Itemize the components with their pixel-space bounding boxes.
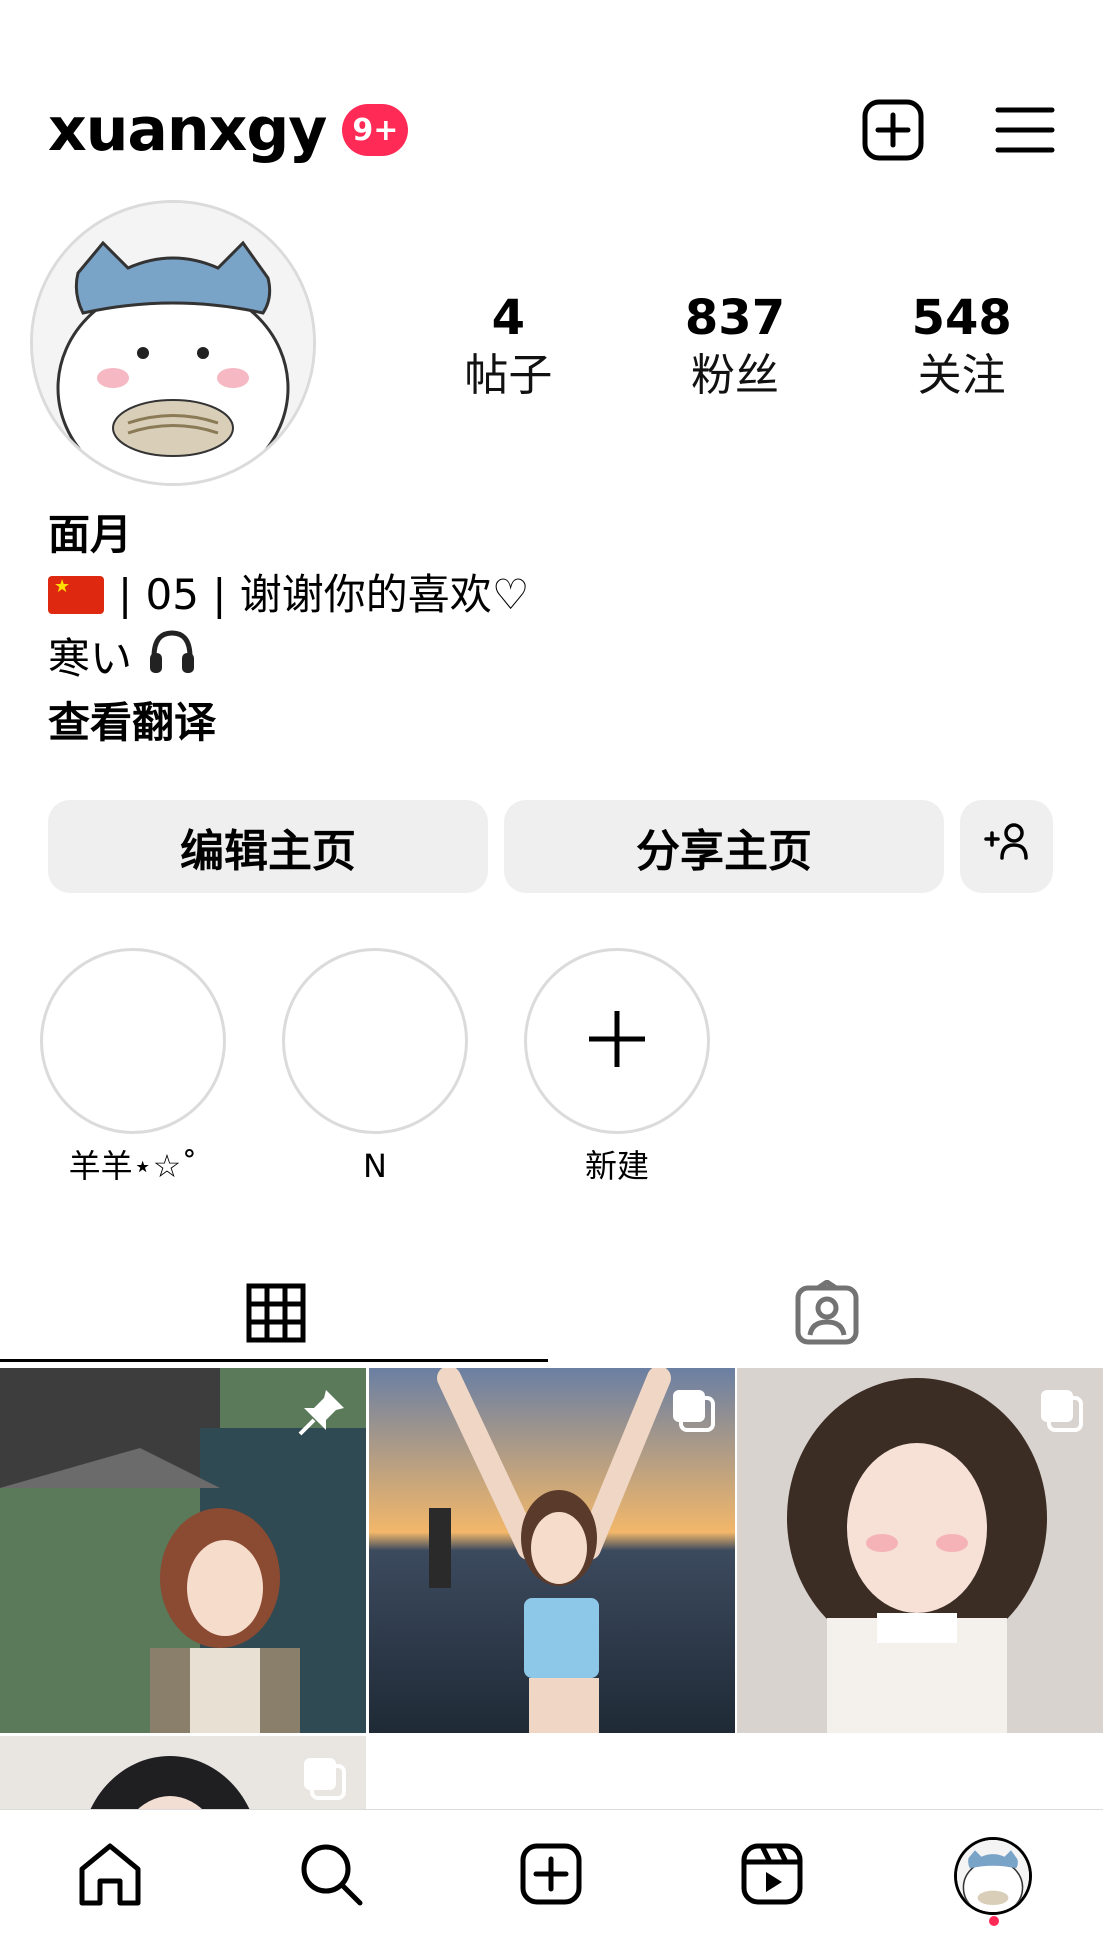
profile-tabs [0, 1265, 1103, 1365]
stat-value: 548 [911, 290, 1012, 346]
plus-icon [585, 1007, 649, 1075]
home-icon [76, 1841, 144, 1911]
share-profile-button[interactable]: 分享主页 [504, 800, 944, 893]
profile-avatar[interactable] [30, 200, 316, 486]
nav-create[interactable] [491, 1826, 611, 1926]
bio-text: | 05 | 谢谢你的喜欢♡ [118, 570, 530, 619]
carousel-icon [669, 1386, 717, 1438]
profile-header: xuanxgy 9+ [48, 95, 1055, 165]
story-highlights: 羊羊⋆☆˚ N 新建 [40, 948, 710, 1188]
notification-badge[interactable]: 9+ [342, 104, 409, 156]
highlight-item[interactable]: 羊羊⋆☆˚ [40, 948, 226, 1188]
headphones-icon [146, 625, 198, 693]
carousel-icon [300, 1754, 348, 1806]
notification-dot [988, 1916, 999, 1926]
post-thumbnail[interactable] [369, 1368, 735, 1733]
edit-profile-button[interactable]: 编辑主页 [48, 800, 488, 893]
stat-following[interactable]: 548 关注 [848, 290, 1075, 406]
nav-home[interactable] [50, 1826, 170, 1926]
highlight-cover [40, 948, 226, 1134]
tab-tagged[interactable] [552, 1265, 1103, 1365]
highlight-label: 新建 [584, 1147, 649, 1185]
search-icon [298, 1841, 364, 1911]
stat-label: 关注 [917, 350, 1006, 401]
profile-bio: 面月 ★ | 05 | 谢谢你的喜欢♡ 寒い 查看翻译 [48, 505, 529, 753]
see-translation-link[interactable]: 查看翻译 [48, 693, 529, 753]
display-name: 面月 [48, 510, 133, 559]
post-thumbnail[interactable] [0, 1368, 366, 1733]
create-icon [519, 1842, 583, 1910]
nav-profile[interactable] [933, 1826, 1053, 1926]
stat-label: 帖子 [464, 350, 553, 401]
bio-line-1: ★ | 05 | 谢谢你的喜欢♡ [48, 565, 529, 625]
highlight-label: N [363, 1147, 387, 1185]
pin-icon [296, 1386, 348, 1442]
bio-line-2: 寒い [48, 625, 529, 693]
new-highlight-button[interactable]: 新建 [524, 948, 710, 1188]
carousel-icon [1037, 1386, 1085, 1438]
profile-stats: 4 帖子 837 粉丝 548 关注 [395, 290, 1075, 406]
stat-followers[interactable]: 837 粉丝 [622, 290, 849, 406]
discover-people-button[interactable] [960, 800, 1053, 893]
create-icon[interactable] [861, 98, 925, 162]
stat-value: 4 [491, 290, 526, 346]
reels-icon [740, 1842, 804, 1910]
stat-posts[interactable]: 4 帖子 [395, 290, 622, 406]
nav-search[interactable] [271, 1826, 391, 1926]
china-flag-icon: ★ [48, 576, 104, 614]
active-tab-indicator [0, 1359, 548, 1362]
menu-icon[interactable] [995, 105, 1055, 155]
tab-posts-grid[interactable] [0, 1265, 552, 1365]
add-person-icon [983, 821, 1031, 872]
header-actions [861, 98, 1055, 162]
profile-actions: 编辑主页 分享主页 [48, 800, 1055, 893]
nav-reels[interactable] [712, 1826, 832, 1926]
profile-avatar [953, 1837, 1032, 1915]
highlight-item[interactable]: N [282, 948, 468, 1188]
bottom-navigation [0, 1809, 1103, 1954]
stat-value: 837 [684, 290, 786, 346]
highlight-cover [524, 948, 710, 1134]
highlight-label: 羊羊⋆☆˚ [68, 1147, 198, 1185]
tagged-icon [794, 1278, 860, 1350]
post-thumbnail[interactable] [737, 1368, 1103, 1733]
profile-page: xuanxgy 9+ 4 帖子 837 粉丝 548 关注 面月 ★ | 05 … [0, 0, 1103, 1954]
bio-text: 寒い [48, 634, 133, 683]
highlight-cover [282, 948, 468, 1134]
username[interactable]: xuanxgy [48, 95, 327, 165]
stat-label: 粉丝 [691, 350, 779, 401]
grid-icon [246, 1283, 306, 1347]
